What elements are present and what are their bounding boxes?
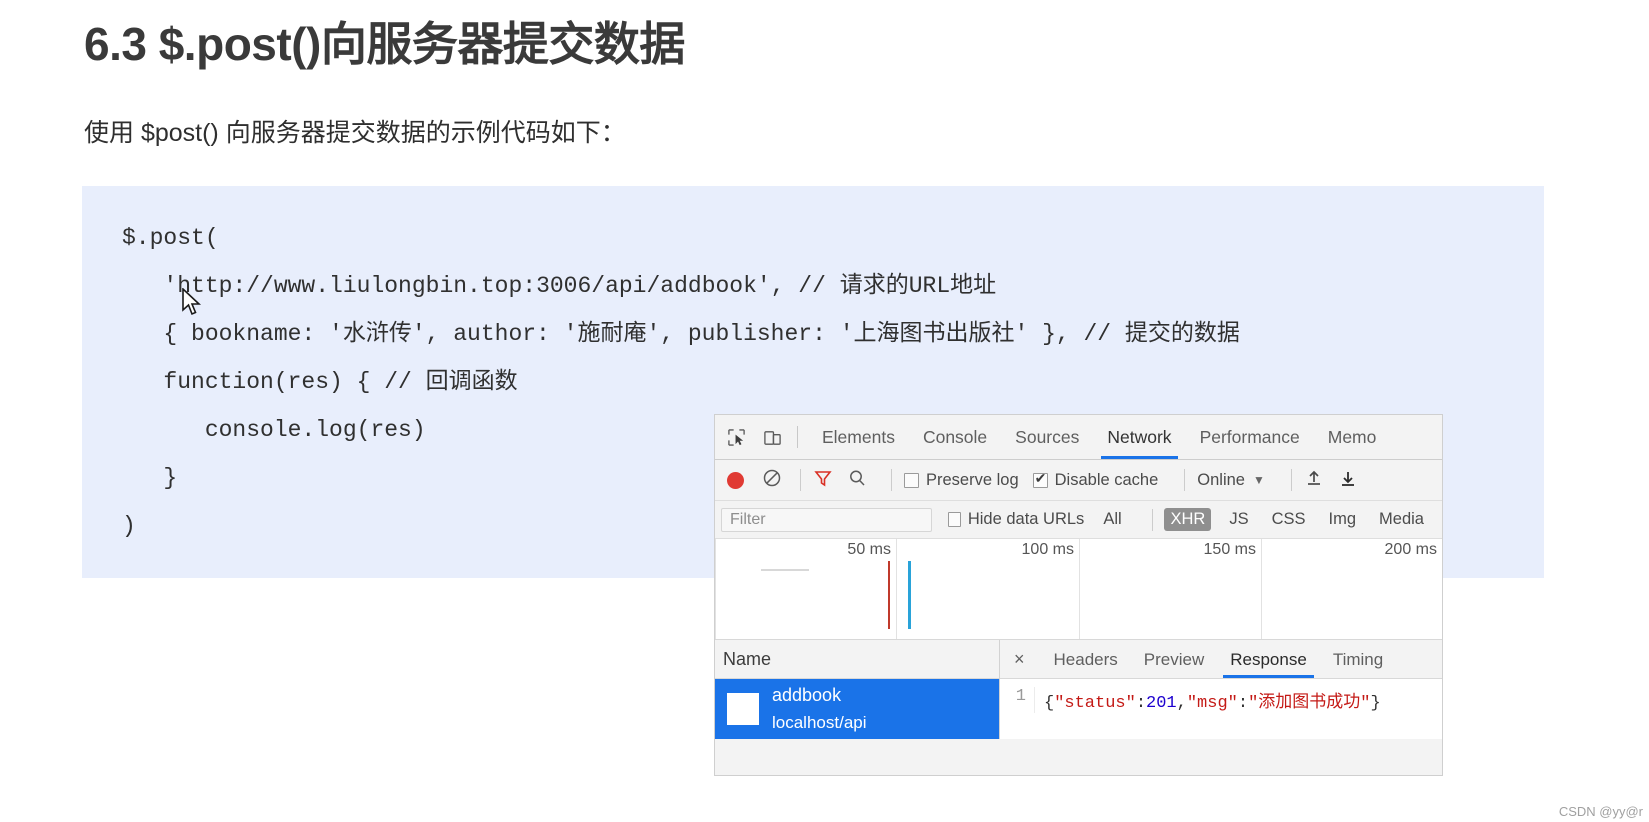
network-timeline-overview[interactable]: 50 ms 100 ms 150 ms 200 ms [715,539,1442,640]
toolbar-divider [891,469,892,491]
tab-headers[interactable]: Headers [1041,641,1131,678]
chevron-down-icon[interactable]: ▼ [1253,473,1265,487]
devtools-panel: Elements Console Sources Network Perform… [714,414,1443,776]
timeline-tick-3: 150 ms [1203,541,1256,558]
json-key-status: "status" [1054,694,1136,713]
code-line: { bookname: '水浒传', author: '施耐庵', publis… [122,321,1240,347]
timeline-gridline [1261,539,1262,639]
filter-type-media[interactable]: Media [1374,508,1429,531]
json-value-msg: "添加图书成功" [1248,694,1371,713]
timeline-gridline [1079,539,1080,639]
json-colon: : [1135,694,1147,713]
tab-response[interactable]: Response [1217,641,1320,678]
filter-type-xhr[interactable]: XHR [1164,508,1212,531]
timeline-gridline [715,539,716,639]
inspect-element-icon[interactable] [721,422,751,452]
disable-cache-checkbox[interactable] [1032,470,1048,488]
tab-elements[interactable]: Elements [808,416,909,459]
filter-type-js[interactable]: JS [1224,508,1253,531]
network-bottom-split: Name addbook localhost/api × Headers Pre… [715,640,1442,739]
tab-memory[interactable]: Memo [1314,416,1391,459]
json-value-status: 201 [1146,694,1177,713]
hide-data-urls-label[interactable]: Hide data URLs [968,510,1084,529]
request-list: Name addbook localhost/api [715,640,1000,739]
request-name: addbook [772,685,842,705]
timeline-tick-1: 50 ms [847,541,891,558]
timeline-gridline [896,539,897,639]
toggle-device-toolbar-icon[interactable] [757,422,787,452]
toolbar-divider [800,469,801,491]
timeline-tick-2: 100 ms [1021,541,1074,558]
code-line: $.post( [122,225,219,251]
filter-input[interactable]: Filter [721,507,933,532]
throttling-select[interactable]: Online [1197,471,1245,490]
tab-network[interactable]: Network [1093,416,1185,459]
filter-funnel-icon[interactable] [813,468,833,493]
json-brace-open: { [1044,694,1055,713]
timeline-stub [761,569,809,571]
response-json[interactable]: {"status":201,"msg":"添加图书成功"} [1035,687,1381,713]
import-har-icon[interactable] [1304,468,1324,493]
tab-sources[interactable]: Sources [1001,416,1093,459]
tab-timing[interactable]: Timing [1320,641,1396,678]
json-colon: : [1237,694,1249,713]
code-line: 'http://www.liulongbin.top:3006/api/addb… [122,273,997,299]
tab-performance[interactable]: Performance [1186,416,1314,459]
timeline-tick-4: 200 ms [1384,541,1437,558]
watermark: CSDN @yy@r [1558,804,1643,819]
disable-cache-label[interactable]: Disable cache [1055,471,1159,490]
clear-icon[interactable] [762,468,782,493]
devtools-tab-bar: Elements Console Sources Network Perform… [715,415,1442,460]
response-line-number: 1 [1000,687,1035,713]
request-detail-pane: × Headers Preview Response Timing 1 {"st… [1000,640,1442,739]
hide-data-urls-checkbox[interactable] [948,512,961,527]
preserve-log-checkbox[interactable] [904,472,919,488]
filter-type-img[interactable]: Img [1324,508,1362,531]
request-name-text: addbook localhost/api [772,682,867,736]
code-line: function(res) { // 回调函数 [122,369,518,395]
export-har-icon[interactable] [1338,468,1358,493]
network-filter-bar: Filter Hide data URLs All XHR JS CSS Img… [715,501,1442,539]
record-button-icon[interactable] [727,471,744,489]
json-brace-close: } [1370,694,1381,713]
request-path: localhost/api [772,713,867,732]
filter-divider [1151,508,1153,531]
filter-type-css[interactable]: CSS [1267,508,1311,531]
page-title: 6.3 $.post()向服务器提交数据 [84,18,685,70]
preserve-log-label[interactable]: Preserve log [926,471,1019,490]
filter-type-all[interactable]: All [1098,508,1126,531]
toolbar-divider [797,426,798,448]
load-event-marker [908,561,911,629]
request-row-addbook[interactable]: addbook localhost/api [715,679,999,739]
close-icon[interactable]: × [1014,649,1025,670]
network-toolbar: Preserve log Disable cache Online ▼ [715,460,1442,501]
tab-console[interactable]: Console [909,416,1001,459]
toolbar-divider [1184,469,1186,491]
json-key-msg: "msg" [1186,694,1238,713]
search-icon[interactable] [847,468,867,493]
tab-preview[interactable]: Preview [1131,641,1217,678]
json-comma: , [1176,694,1187,713]
dom-content-loaded-marker [888,561,890,629]
response-body: 1 {"status":201,"msg":"添加图书成功"} [1000,679,1442,713]
detail-tab-bar: × Headers Preview Response Timing [1000,640,1442,679]
request-name-column-header[interactable]: Name [715,640,999,679]
request-type-icon [727,693,759,725]
page-subtitle: 使用 $post() 向服务器提交数据的示例代码如下： [84,119,626,147]
toolbar-divider [1290,469,1292,491]
